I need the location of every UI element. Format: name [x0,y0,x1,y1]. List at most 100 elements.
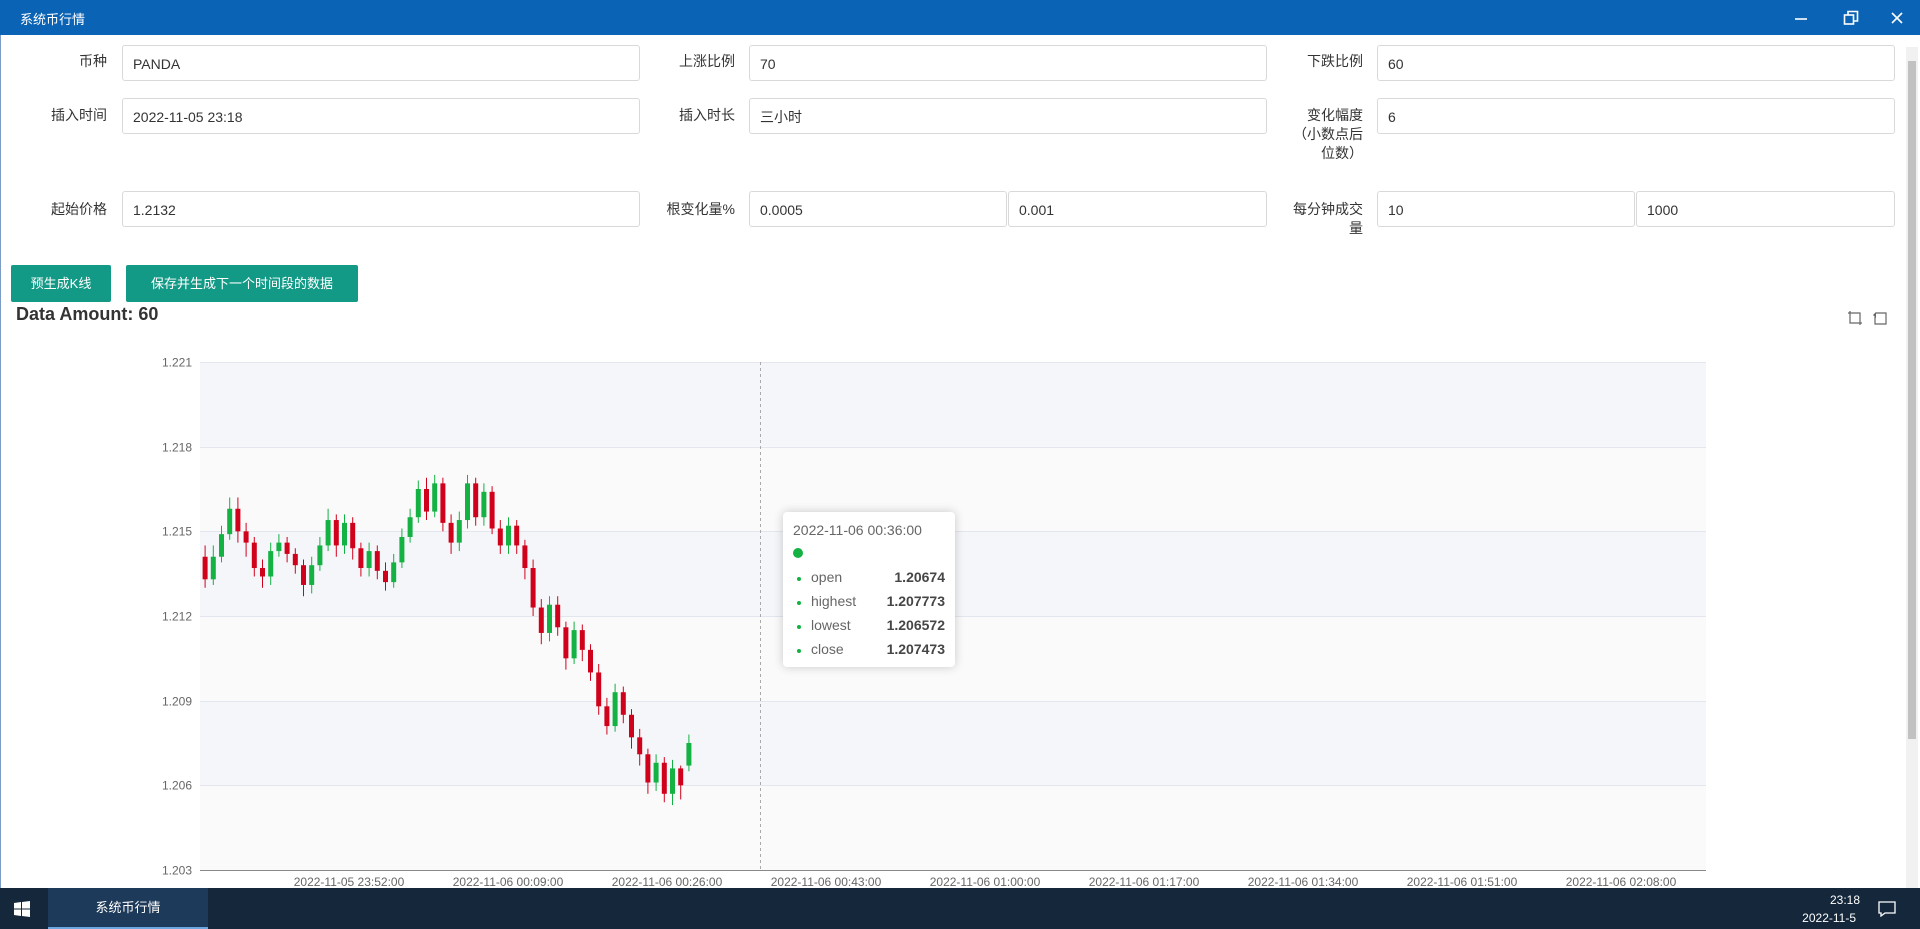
grid-band [200,700,1706,786]
candle-body [440,483,446,523]
insert-time-input[interactable]: 2022-11-05 23:18 [122,98,640,134]
start-price-label: 起始价格 [51,201,107,217]
candle-body [514,525,520,546]
candle-body [333,520,339,546]
y-tick-label: 1.212 [162,610,192,624]
rise-ratio-label: 上涨比例 [679,53,735,69]
tooltip-row-lowest: lowest 1.206572 [783,617,955,637]
candle-body [489,491,495,529]
candle-body [342,522,347,546]
series-marker [793,548,803,558]
rise-ratio-input[interactable]: 70 [749,45,1267,81]
candle-body [629,714,634,738]
candle-body [358,548,364,569]
candle-body [448,522,454,543]
candle-body [325,520,331,546]
insert-duration-label: 插入时长 [679,107,735,123]
candle-body [497,528,503,546]
candle-body [456,520,462,543]
candle-body [391,562,397,583]
root-change-min-input[interactable]: 0.0005 [749,191,1007,227]
y-tick-label: 1.209 [162,695,192,709]
candle-body [473,483,479,518]
candle-body [317,545,323,566]
candle-body [530,568,536,608]
candle-body [522,545,528,569]
clock-date: 2022-11-5 [1802,911,1856,925]
fall-ratio-input[interactable]: 60 [1377,45,1895,81]
save-and-next-button[interactable]: 保存并生成下一个时间段的数据 [126,265,358,302]
zoom-reset-icon[interactable] [1872,310,1888,326]
windows-start-icon[interactable] [14,901,30,917]
candle-body [670,768,675,794]
tooltip-time: 2022-11-06 00:36:00 [793,522,922,538]
x-tick-label: 2022-11-06 00:43:00 [771,875,882,888]
candle-body [612,692,618,727]
candle-body [596,672,602,707]
candle-body [251,542,257,569]
candle-body [604,706,610,727]
close-button[interactable] [1874,0,1920,35]
candle-body [637,737,643,755]
candle-body [547,604,552,633]
candle-body [538,607,544,633]
insert-duration-input[interactable]: 三小时 [749,98,1267,134]
candle-body [579,630,585,650]
vertical-scrollbar[interactable] [1906,47,1918,889]
candle-body [276,542,282,552]
y-tick-label: 1.218 [162,441,192,455]
minimize-button[interactable] [1778,0,1824,35]
x-tick-label: 2022-11-06 01:17:00 [1089,875,1200,888]
y-tick-label: 1.215 [162,525,192,539]
x-tick-label: 2022-11-06 00:26:00 [612,875,723,888]
candle-body [407,517,413,537]
candle-body [661,762,667,794]
candle-body [243,531,249,543]
x-tick-label: 2022-11-05 23:52:00 [294,875,405,888]
y-tick-label: 1.203 [162,864,192,878]
start-price-input[interactable]: 1.2132 [122,191,640,227]
notification-icon[interactable] [1878,901,1896,917]
title-bar: 系统币行情 [0,0,1920,35]
candle-body [399,536,405,563]
candle-body [555,604,561,628]
candle-body [481,491,487,518]
change-range-input[interactable]: 6 [1377,98,1895,134]
volume-min-input[interactable]: 10 [1377,191,1635,227]
candle-body [620,692,626,715]
zoom-icon[interactable] [1847,310,1863,326]
pregenerate-kline-button[interactable]: 预生成K线 [11,265,111,302]
restore-button[interactable] [1828,0,1874,35]
coin-label: 币种 [79,53,107,69]
candle-body [284,542,290,554]
y-tick-label: 1.221 [162,356,192,370]
candle-body [309,565,315,585]
volume-max-input[interactable]: 1000 [1636,191,1895,227]
candle-body [588,649,593,673]
taskbar-app-item[interactable]: 系统币行情 [48,888,208,929]
candle-body [563,627,569,659]
candle-body [268,551,274,577]
candle-body [415,489,421,518]
x-tick-label: 2022-11-06 01:34:00 [1248,875,1359,888]
grid-band [200,785,1706,870]
y-tick-label: 1.206 [162,779,192,793]
candle-body [506,525,511,546]
candle-body [686,743,692,766]
tooltip-row-open: open 1.20674 [783,569,955,589]
candle-body [235,508,241,532]
candle-body [301,565,306,585]
candle-body [465,483,470,521]
candle-body [678,768,684,786]
root-change-max-input[interactable]: 0.001 [1008,191,1267,227]
x-tick-label: 2022-11-06 02:08:00 [1566,875,1677,888]
candle-body [202,556,208,580]
insert-time-label: 插入时间 [51,107,107,123]
fall-ratio-label: 下跌比例 [1307,53,1363,69]
taskbar: 系统币行情 23:18 2022-11-5 [0,888,1920,929]
coin-input[interactable]: PANDA [122,45,640,81]
scrollbar-thumb[interactable] [1908,61,1916,739]
candle-body [227,508,233,535]
restore-icon [1843,10,1859,25]
change-range-label: 变化幅度 （小数点后 位数） [1293,107,1363,161]
